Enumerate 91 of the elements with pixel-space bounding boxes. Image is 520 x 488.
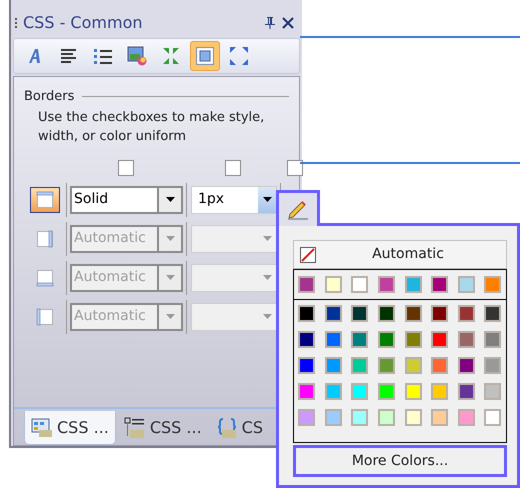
width-dropdown[interactable] xyxy=(191,224,277,252)
checkbox[interactable] xyxy=(287,160,303,176)
color-swatch[interactable] xyxy=(378,383,395,400)
color-swatch[interactable] xyxy=(378,409,395,426)
tree-list-icon xyxy=(124,417,146,439)
border-side-icon xyxy=(35,268,55,288)
color-swatch[interactable] xyxy=(351,357,368,374)
color-swatch[interactable] xyxy=(484,357,502,374)
border-box-icon xyxy=(195,46,215,66)
color-swatch[interactable] xyxy=(431,409,448,426)
braces-icon xyxy=(216,417,238,439)
color-swatch[interactable] xyxy=(484,383,502,400)
color-swatch[interactable] xyxy=(351,276,368,293)
width-dropdown[interactable] xyxy=(191,302,277,330)
color-swatch[interactable] xyxy=(351,331,368,348)
color-button[interactable] xyxy=(276,190,320,226)
caret-icon xyxy=(262,236,272,241)
color-swatch[interactable] xyxy=(351,305,368,322)
color-swatch[interactable] xyxy=(404,276,422,293)
close-icon[interactable] xyxy=(282,17,294,29)
caret-icon xyxy=(262,314,272,319)
caret-icon xyxy=(166,314,174,319)
color-swatch[interactable] xyxy=(484,331,502,348)
color-swatch[interactable] xyxy=(458,409,475,426)
color-swatch[interactable] xyxy=(324,383,342,400)
color-swatch[interactable] xyxy=(458,305,475,322)
color-swatch[interactable] xyxy=(324,276,342,293)
color-swatch[interactable] xyxy=(484,305,502,322)
color-swatch[interactable] xyxy=(378,331,395,348)
caret-icon xyxy=(262,197,272,202)
checkbox[interactable] xyxy=(225,160,241,176)
color-swatch[interactable] xyxy=(431,357,448,374)
color-swatch[interactable] xyxy=(298,305,315,322)
color-swatch[interactable] xyxy=(484,409,502,426)
grid-icon xyxy=(31,418,53,438)
pencil-icon xyxy=(286,200,310,220)
color-swatch[interactable] xyxy=(298,357,315,374)
color-swatch[interactable] xyxy=(458,357,475,374)
picture-icon xyxy=(127,46,147,66)
panel-tab[interactable]: CSS ... xyxy=(24,411,116,445)
more-colors-button[interactable]: More Colors... xyxy=(293,445,507,477)
color-swatch[interactable] xyxy=(431,331,448,348)
color-swatch[interactable] xyxy=(324,357,342,374)
color-swatch[interactable] xyxy=(431,383,448,400)
color-swatch[interactable] xyxy=(298,276,315,293)
color-swatch[interactable] xyxy=(404,383,422,400)
color-swatch[interactable] xyxy=(378,276,395,293)
width-dropdown[interactable]: 1px xyxy=(191,186,277,214)
color-swatch[interactable] xyxy=(351,409,368,426)
arrows-inward-icon xyxy=(161,46,181,66)
panel-tab[interactable]: CSS ... xyxy=(118,411,208,445)
no-color-icon xyxy=(300,246,316,262)
checkbox[interactable] xyxy=(118,160,134,176)
border-side-icon xyxy=(35,190,55,210)
color-swatch[interactable] xyxy=(324,409,342,426)
caret-icon xyxy=(262,275,272,280)
color-swatch[interactable] xyxy=(298,331,315,348)
color-swatch[interactable] xyxy=(351,383,368,400)
color-swatch[interactable] xyxy=(378,357,395,374)
color-swatch[interactable] xyxy=(431,305,448,322)
color-swatch[interactable] xyxy=(458,276,475,293)
caret-icon xyxy=(166,236,174,241)
caret-icon xyxy=(166,275,174,280)
color-swatch[interactable] xyxy=(378,305,395,322)
align-left-icon xyxy=(60,48,78,64)
color-swatch[interactable] xyxy=(298,383,315,400)
section-description: Use the checkboxes to make style, width, or color uniform xyxy=(37,108,266,146)
color-swatch[interactable] xyxy=(324,305,342,322)
border-side-button[interactable] xyxy=(30,186,60,212)
color-swatch[interactable] xyxy=(404,331,422,348)
color-swatch[interactable] xyxy=(404,409,422,426)
color-swatch[interactable] xyxy=(324,331,342,348)
pin-icon[interactable] xyxy=(264,16,276,30)
automatic-color-button[interactable]: Automatic xyxy=(293,240,507,269)
border-side-icon xyxy=(35,306,55,326)
list-icon xyxy=(93,48,113,64)
color-swatch[interactable] xyxy=(458,331,475,348)
border-side-icon xyxy=(35,228,55,248)
color-swatch[interactable] xyxy=(298,409,315,426)
color-swatch[interactable] xyxy=(484,276,502,293)
panel-tab[interactable]: CS xyxy=(210,411,269,445)
color-swatch[interactable] xyxy=(404,305,422,322)
style-dropdown[interactable]: Solid xyxy=(70,186,183,214)
color-swatch[interactable] xyxy=(458,383,475,400)
arrows-outward-icon xyxy=(229,46,249,66)
section-title: Borders xyxy=(24,88,74,106)
caret-icon xyxy=(166,197,174,202)
color-swatch[interactable] xyxy=(404,357,422,374)
panel-title: CSS - Common xyxy=(23,12,144,34)
color-swatch[interactable] xyxy=(431,276,448,293)
width-dropdown[interactable] xyxy=(191,264,277,292)
